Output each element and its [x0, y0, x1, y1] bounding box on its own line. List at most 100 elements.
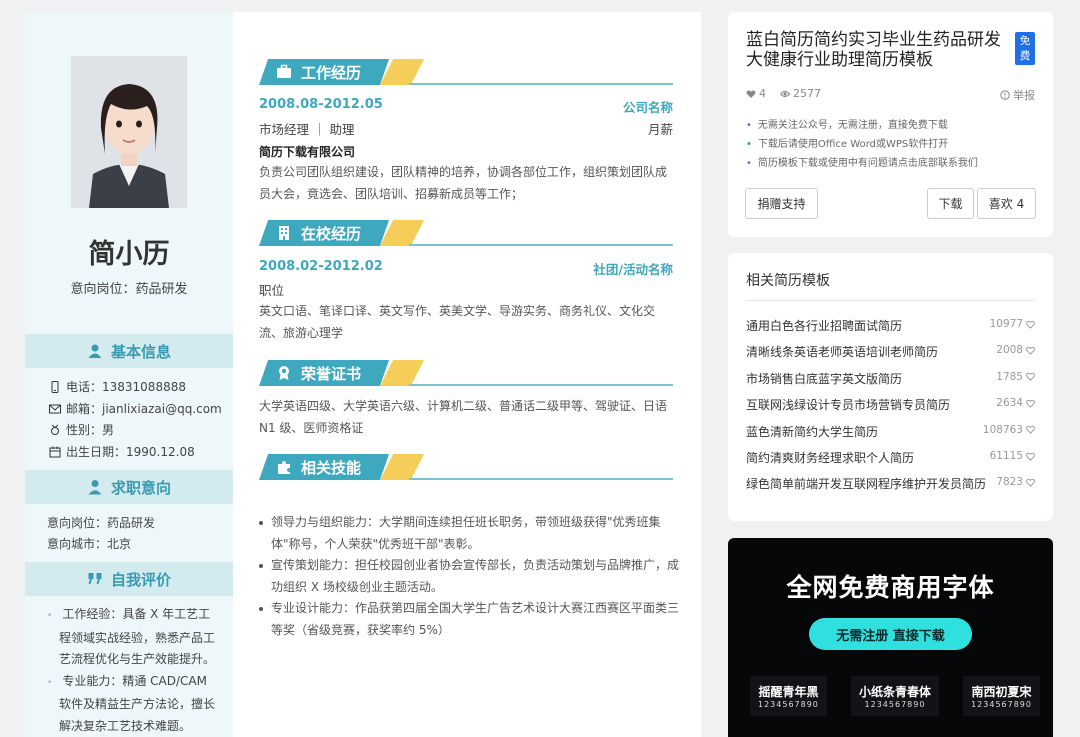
- resume-name: 简小历: [88, 239, 170, 270]
- heart-outline-icon: [1026, 452, 1035, 461]
- work-company-label: 公司名称: [622, 100, 673, 115]
- related-template-item[interactable]: 简约清爽财务经理求职个人简历 61115: [746, 449, 1035, 469]
- birth-text: 出生日期：1990.12.08: [66, 445, 195, 459]
- honor-desc: 大学英语四级、大学英语六级、计算机二级、普通话二级甲等、驾驶证、日语 N1 级、…: [259, 399, 668, 435]
- free-badge: 免费: [1015, 32, 1035, 65]
- related-template-likes: 7823: [996, 476, 1035, 488]
- school-org-label: 社团/活动名称: [593, 262, 673, 277]
- building-icon: [279, 226, 289, 240]
- puzzle-icon: [278, 461, 290, 474]
- skills-list: 领导力与组织能力：大学期间连续担任班长职务，带领班级获得"优秀班集体"称号，个人…: [259, 512, 679, 641]
- font-sample-name: 摇醒青年黑: [758, 685, 819, 699]
- resume-intent: 意向岗位：药品研发: [70, 282, 188, 297]
- mail-icon: [49, 404, 61, 413]
- font-sample: 小纸条青春体 1234567890: [850, 676, 939, 716]
- like-button[interactable]: 喜欢 4: [977, 188, 1036, 219]
- related-template-title: 清晰线条英语老师英语培训老师简历: [746, 345, 939, 360]
- phone-icon: [51, 380, 59, 393]
- related-template-item[interactable]: 互联网浅绿设计专员市场营销专员简历 2634: [746, 396, 1035, 416]
- likes-count: 108763: [982, 423, 1023, 436]
- self-eval-item: 专业能力：精通 CAD/CAM 软件及精益生产方法论，擅长解决复杂工艺技术难题。: [59, 671, 219, 737]
- likes-count: 1785: [996, 370, 1023, 383]
- skill-item: 宣传策划能力：担任校园创业者协会宣传部长，负责活动策划与品牌推广，成功组织 X …: [259, 555, 679, 598]
- resume-sidebar: 简小历 意向岗位：药品研发 基本信息 电话：13831088888 邮箱：jia…: [25, 12, 233, 737]
- related-template-title: 互联网浅绿设计专员市场营销专员简历: [746, 398, 951, 413]
- basic-info-title: 基本信息: [110, 342, 171, 361]
- tip-item: 下载后请使用Office Word或WPS软件打开: [746, 135, 978, 154]
- heart-icon: [746, 89, 756, 98]
- work-date: 2008.08-2012.05: [259, 97, 383, 112]
- download-button[interactable]: 下载: [927, 188, 974, 219]
- related-template-likes: 10977: [990, 318, 1035, 330]
- tip-item: 无需关注公众号，无需注册，直接免费下载: [746, 116, 978, 135]
- font-samples: 摇醒青年黑 1234567890 小纸条青春体 1234567890 南西初夏宋 12…: [750, 674, 1040, 718]
- tip-item: 简历模板下载或使用中有问题请点击底部联系我们: [746, 154, 978, 173]
- self-eval-header: 自我评价: [25, 562, 233, 596]
- skills-section-header: 相关技能: [259, 454, 673, 484]
- donate-button[interactable]: 捐赠支持: [745, 188, 818, 219]
- likes-count: 2634: [996, 397, 1023, 410]
- report-label: 举报: [1013, 89, 1035, 102]
- report-link[interactable]: 举报: [1000, 87, 1035, 103]
- skill-item: 专业设计能力：作品获第四届全国大学生广告艺术设计大赛江西赛区平面类三等奖（省级竞…: [259, 598, 679, 641]
- font-sample-digits: 1234567890: [971, 700, 1032, 709]
- related-template-title: 简约清爽财务经理求职个人简历: [746, 451, 915, 465]
- likes-count: 61115: [989, 450, 1023, 462]
- honor-section-title: 荣誉证书: [301, 365, 362, 383]
- likes-count: 7823: [996, 476, 1023, 489]
- related-template-item[interactable]: 市场销售白底蓝字英文版简历 1785: [746, 370, 1035, 390]
- related-templates-card: 相关简历模板 通用白色各行业招聘面试简历 10977 清晰线条英语老师英语培训老师简…: [728, 253, 1053, 521]
- related-template-item[interactable]: 清晰线条英语老师英语培训老师简历 2008: [746, 343, 1035, 363]
- related-title: 相关简历模板: [746, 273, 830, 289]
- work-role: 市场经理 ｜ 助理: [259, 122, 355, 137]
- work-section-title: 工作经历: [301, 64, 362, 82]
- heart-outline-icon: [1026, 320, 1035, 329]
- heart-outline-icon: [1026, 425, 1035, 434]
- skills-section-title: 相关技能: [301, 459, 362, 477]
- views-count: 2577: [793, 87, 821, 100]
- related-template-likes: 1785: [996, 371, 1035, 383]
- font-ad-banner[interactable]: 全网免费商用字体 无需注册 直接下载 摇醒青年黑 1234567890 小纸条青春…: [728, 538, 1053, 737]
- school-desc: 英文口语、笔译口译、英文写作、英美文学、导游实务、商务礼仪、文化交流、旅游心理学: [259, 304, 656, 340]
- related-template-likes: 61115: [990, 450, 1035, 462]
- likes-stat: 4: [746, 87, 766, 100]
- calendar-icon: [49, 446, 61, 457]
- template-detail-card: 蓝白简历简约实习毕业生药品研发大健康行业助理简历模板 免费 4 2577 举报 …: [728, 12, 1053, 237]
- job-intent-header: 求职意向: [25, 470, 233, 504]
- ad-headline: 全网免费商用字体: [786, 573, 995, 602]
- related-template-item[interactable]: 通用白色各行业招聘面试简历 10977: [746, 317, 1035, 337]
- profile-photo: [71, 56, 187, 208]
- school-role: 职位: [259, 283, 285, 298]
- phone-text: 电话：13831088888: [66, 380, 186, 394]
- work-section-header: 工作经历: [259, 59, 673, 89]
- award-icon: [279, 366, 289, 380]
- honor-section-header: 荣誉证书: [259, 360, 673, 390]
- related-template-title: 绿色简单前端开发互联网程序维护开发员简历: [746, 477, 987, 492]
- font-sample-digits: 1234567890: [864, 700, 926, 709]
- related-template-title: 蓝色清新简约大学生简历: [746, 424, 879, 439]
- user-tie-icon: [88, 480, 102, 495]
- likes-count: 4: [759, 87, 766, 100]
- download-tips: 无需关注公众号，无需注册，直接免费下载 下载后请使用Office Word或WP…: [746, 116, 978, 173]
- ad-cta-button[interactable]: 无需注册 直接下载: [809, 618, 972, 650]
- work-desc: 负责公司团队组织建设，团队精神的培养，协调各部位工作，组织策划团队成员大会，竟选…: [259, 165, 668, 201]
- phone-row: 电话：13831088888: [49, 378, 186, 395]
- heart-outline-icon: [1026, 346, 1035, 355]
- self-eval-text: 工作经验：具备 X 年工艺工程领域实战经验，熟悉产品工艺流程优化与生产效能提升。…: [59, 604, 219, 737]
- font-sample-name: 小纸条青春体: [858, 685, 931, 699]
- job-intent-title: 求职意向: [110, 478, 171, 497]
- birth-row: 出生日期：1990.12.08: [49, 443, 195, 460]
- views-stat: 2577: [780, 87, 821, 100]
- intent-city: 意向城市：北京: [47, 537, 132, 551]
- font-sample: 摇醒青年黑 1234567890: [750, 676, 827, 716]
- gender-row: 性别：男: [49, 421, 114, 438]
- related-template-item[interactable]: 绿色简单前端开发互联网程序维护开发员简历 7823: [746, 475, 1035, 495]
- person-icon: [88, 344, 102, 358]
- heart-outline-icon: [1026, 373, 1035, 382]
- school-section-header: 在校经历: [259, 220, 673, 250]
- self-eval-title: 自我评价: [110, 570, 171, 589]
- work-company: 简历下载有限公司: [259, 145, 356, 159]
- related-template-item[interactable]: 蓝色清新简约大学生简历 108763: [746, 423, 1035, 443]
- divider: [746, 300, 1035, 301]
- eye-icon: [780, 90, 790, 97]
